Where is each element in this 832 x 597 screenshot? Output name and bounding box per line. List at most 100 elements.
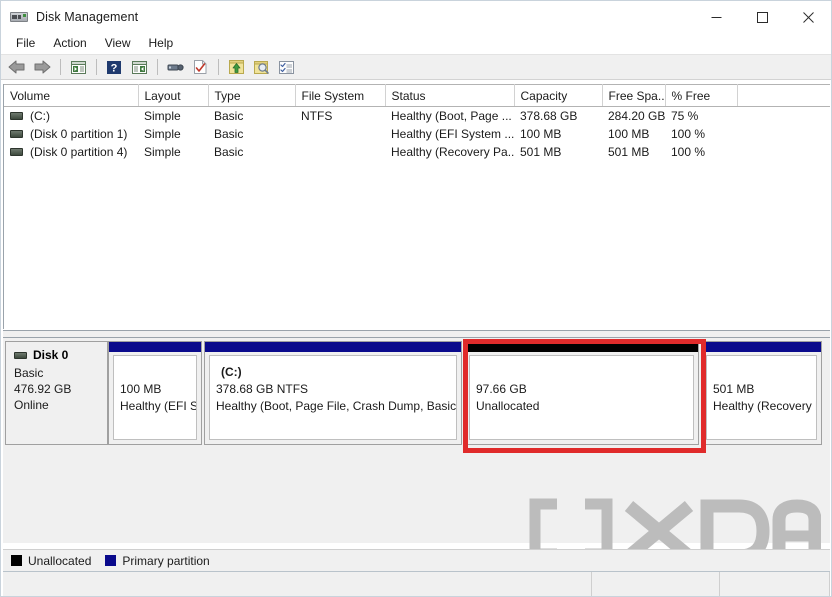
cell-layout: Simple bbox=[144, 145, 181, 159]
partition-color-bar bbox=[109, 342, 201, 352]
cell-layout: Simple bbox=[144, 127, 181, 141]
drive-icon bbox=[10, 111, 23, 120]
volume-list-pane[interactable]: Volume Layout Type File System Status Ca… bbox=[3, 84, 830, 329]
cell-volume: (C:) bbox=[4, 107, 138, 126]
toolbar: ? bbox=[1, 54, 831, 80]
column-header-type[interactable]: Type bbox=[208, 84, 296, 107]
column-header-file-system[interactable]: File System bbox=[295, 84, 386, 107]
status-bar-message bbox=[3, 572, 526, 596]
volume-table-header-row: Volume Layout Type File System Status Ca… bbox=[4, 84, 830, 107]
partition-color-bar bbox=[702, 342, 821, 352]
list-view-icon[interactable] bbox=[274, 56, 298, 78]
menu-view[interactable]: View bbox=[96, 34, 140, 53]
partition-color-bar bbox=[205, 342, 461, 352]
refresh-icon[interactable] bbox=[224, 56, 248, 78]
disk-name-row: Disk 0 bbox=[14, 348, 107, 362]
partition-unallocated-size: 97.66 GB bbox=[476, 382, 527, 396]
volume-table: Volume Layout Type File System Status Ca… bbox=[4, 84, 830, 161]
toolbar-separator bbox=[218, 59, 219, 75]
cell-layout: Simple bbox=[144, 109, 181, 123]
cell-status: Healthy (Boot, Page ... bbox=[391, 109, 512, 123]
partition-efi[interactable]: 100 MB Healthy (EFI Sy bbox=[108, 341, 202, 445]
partition-c-details: (C:) 378.68 GB NTFS Healthy (Boot, Page … bbox=[209, 355, 457, 440]
status-bar-panel-1 bbox=[526, 572, 592, 596]
disk-management-window: Disk Management File Action View Help ? … bbox=[0, 0, 832, 597]
cell-file-system: NTFS bbox=[301, 109, 333, 123]
cell-volume-label: (Disk 0 partition 4) bbox=[30, 145, 128, 159]
table-row[interactable]: (C:) Simple Basic NTFS Healthy (Boot, Pa… bbox=[4, 107, 830, 126]
rescan-disks-icon[interactable] bbox=[249, 56, 273, 78]
cell-capacity: 501 MB bbox=[520, 145, 562, 159]
toolbar-separator bbox=[60, 59, 61, 75]
column-header-filler[interactable] bbox=[737, 84, 830, 107]
partition-recovery[interactable]: 501 MB Healthy (Recovery Pa bbox=[701, 341, 822, 445]
disk-row-disk0: Disk 0 Basic 476.92 GB Online 100 MB Hea… bbox=[5, 341, 828, 445]
legend-swatch-unallocated-icon bbox=[11, 555, 22, 566]
close-button[interactable] bbox=[785, 1, 831, 33]
column-header-capacity[interactable]: Capacity bbox=[514, 84, 603, 107]
create-volume-icon[interactable] bbox=[188, 56, 212, 78]
status-bar bbox=[3, 571, 830, 596]
legend-unallocated-label: Unallocated bbox=[28, 553, 92, 568]
cell-capacity: 100 MB bbox=[520, 127, 562, 141]
partition-c-label: (C:) bbox=[221, 365, 242, 379]
partition-recovery-status: Healthy (Recovery Pa bbox=[713, 399, 816, 413]
partition-unallocated-details: 97.66 GB Unallocated bbox=[469, 355, 694, 440]
menu-file[interactable]: File bbox=[7, 34, 44, 53]
column-header-layout[interactable]: Layout bbox=[138, 84, 209, 107]
disk-name: Disk 0 bbox=[33, 348, 69, 362]
cell-filler bbox=[737, 125, 830, 143]
help-icon[interactable]: ? bbox=[102, 56, 126, 78]
cell-free-space: 501 MB bbox=[608, 145, 650, 159]
cell-type: Basic bbox=[214, 145, 244, 159]
legend-primary-partition-label: Primary partition bbox=[122, 553, 210, 568]
drive-icon bbox=[10, 147, 23, 156]
partition-unallocated-status: Unallocated bbox=[476, 399, 540, 413]
cell-percent-free: 100 % bbox=[671, 145, 706, 159]
disk-size: 476.92 GB bbox=[14, 382, 72, 396]
cell-type: Basic bbox=[214, 109, 244, 123]
partition-c-status: Healthy (Boot, Page File, Crash Dump, Ba… bbox=[216, 399, 457, 413]
partition-c-size: 378.68 GB NTFS bbox=[216, 382, 309, 396]
table-row[interactable]: (Disk 0 partition 1) Simple Basic Health… bbox=[4, 125, 830, 143]
forward-icon[interactable] bbox=[30, 56, 54, 78]
column-header-status[interactable]: Status bbox=[385, 84, 515, 107]
table-row[interactable]: (Disk 0 partition 4) Simple Basic Health… bbox=[4, 143, 830, 161]
legend-primary-partition: Primary partition bbox=[105, 553, 210, 568]
cell-free-space: 100 MB bbox=[608, 127, 650, 141]
cell-type: Basic bbox=[214, 127, 244, 141]
cell-file-system bbox=[295, 143, 385, 161]
title-bar: Disk Management bbox=[1, 1, 831, 33]
column-header-volume[interactable]: Volume bbox=[4, 84, 139, 107]
cell-percent-free: 75 % bbox=[671, 109, 699, 123]
partition-efi-status: Healthy (EFI Sy bbox=[120, 399, 197, 413]
legend-swatch-primary-icon bbox=[105, 555, 117, 566]
minimize-button[interactable] bbox=[693, 1, 739, 33]
pane-splitter[interactable] bbox=[3, 330, 830, 338]
menu-help[interactable]: Help bbox=[140, 34, 183, 53]
drive-icon bbox=[10, 129, 23, 138]
menu-action[interactable]: Action bbox=[44, 34, 95, 53]
toolbar-separator bbox=[96, 59, 97, 75]
cell-volume: (Disk 0 partition 4) bbox=[4, 143, 138, 161]
properties-icon[interactable] bbox=[163, 56, 187, 78]
show-hide-console-tree-icon[interactable] bbox=[66, 56, 90, 78]
back-icon[interactable] bbox=[5, 56, 29, 78]
svg-text:?: ? bbox=[111, 62, 118, 74]
column-header-free-space[interactable]: Free Spa... bbox=[602, 84, 666, 107]
cell-status: Healthy (EFI System ... bbox=[391, 127, 514, 141]
maximize-button[interactable] bbox=[739, 1, 785, 33]
legend-unallocated: Unallocated bbox=[11, 554, 91, 568]
cell-volume: (Disk 0 partition 1) bbox=[4, 125, 138, 143]
disk-info-panel[interactable]: Disk 0 Basic 476.92 GB Online bbox=[5, 341, 108, 445]
window-controls bbox=[693, 1, 831, 33]
graphical-disk-view: Disk 0 Basic 476.92 GB Online 100 MB Hea… bbox=[3, 338, 830, 543]
status-bar-panel-2 bbox=[592, 572, 720, 596]
cell-status: Healthy (Recovery Pa... bbox=[391, 145, 514, 159]
partition-c[interactable]: (C:) 378.68 GB NTFS Healthy (Boot, Page … bbox=[204, 341, 462, 445]
status-bar-panel-3 bbox=[720, 572, 830, 596]
partition-unallocated[interactable]: 97.66 GB Unallocated bbox=[464, 341, 699, 445]
column-header-percent-free[interactable]: % Free bbox=[665, 84, 738, 107]
show-hide-action-pane-icon[interactable] bbox=[127, 56, 151, 78]
cell-volume-label: (Disk 0 partition 1) bbox=[30, 127, 128, 141]
